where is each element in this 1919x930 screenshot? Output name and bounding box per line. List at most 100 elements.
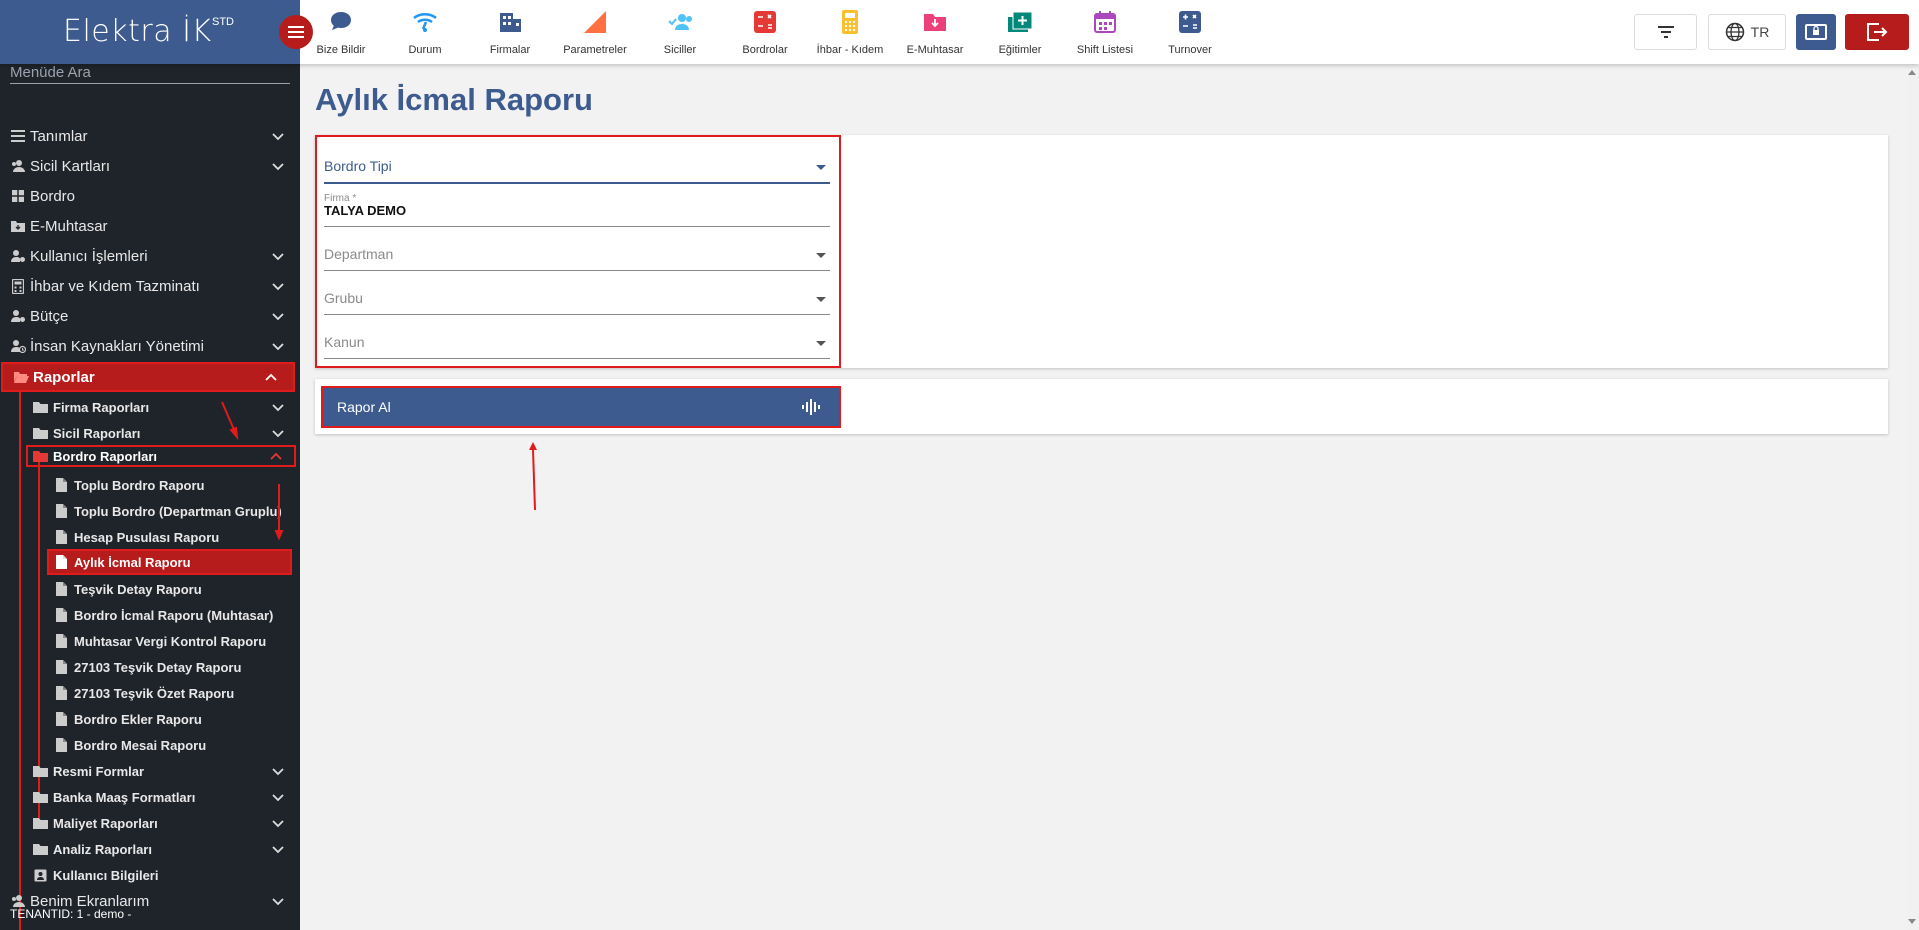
sidebar-report-item[interactable]: 27103 Teşvik Detay Raporu xyxy=(0,654,300,680)
kanun-select[interactable]: Kanun xyxy=(324,325,830,359)
sidebar-item-bordro[interactable]: Bordro xyxy=(0,183,300,209)
sidebar-item-kullanici-islemleri[interactable]: Kullanıcı İşlemleri xyxy=(0,243,300,269)
firma-select[interactable]: Firma * TALYA DEMO xyxy=(324,193,830,227)
sidebar-item-raporlar[interactable]: Raporlar xyxy=(1,362,295,392)
chevron-down-icon xyxy=(272,343,284,351)
triangle-icon xyxy=(584,11,606,33)
sidebar-item-label: Analiz Raporları xyxy=(53,841,152,857)
sidebar-item-sicil-raporlari[interactable]: Sicil Raporları xyxy=(0,420,300,446)
chevron-down-icon xyxy=(272,768,284,776)
sidebar-item-kullanici-bilgileri[interactable]: Kullanıcı Bilgileri xyxy=(0,862,300,888)
language-button[interactable]: TR xyxy=(1708,14,1786,50)
sidebar-item-label: Bütçe xyxy=(30,307,69,325)
nav-shift-listesi[interactable]: Shift Listesi xyxy=(1063,6,1147,60)
grid-icon xyxy=(10,188,26,204)
nav-firmalar[interactable]: Firmalar xyxy=(468,6,552,60)
sidebar-report-item[interactable]: Teşvik Detay Raporu xyxy=(0,576,300,602)
nav-turnover[interactable]: Turnover xyxy=(1148,6,1232,60)
logout-icon xyxy=(1867,23,1888,41)
sidebar-item-analiz-raporlari[interactable]: Analiz Raporları xyxy=(0,836,300,862)
sidebar-item-maliyet-raporlari[interactable]: Maliyet Raporları xyxy=(0,810,300,836)
sidebar-report-label: Bordro İcmal Raporu (Muhtasar) xyxy=(74,607,274,623)
nav-parametreler[interactable]: Parametreler xyxy=(553,6,637,60)
calculator-icon xyxy=(1179,11,1201,33)
chevron-down-icon xyxy=(272,283,284,291)
nav-label: Siciller xyxy=(663,44,697,56)
nav-label: Bordrolar xyxy=(742,44,788,56)
bordro-tipi-select[interactable]: Bordro Tipi xyxy=(324,150,830,184)
sidebar-item-tanimlar[interactable]: Tanımlar xyxy=(0,123,300,149)
nav-ihbar-kidem[interactable]: İhbar - Kıdem xyxy=(808,6,892,60)
sidebar-report-item[interactable]: Bordro Ekler Raporu xyxy=(0,706,300,732)
calculator-icon xyxy=(842,10,858,34)
calculator-icon xyxy=(10,278,26,294)
nav-egitimler[interactable]: Eğitimler xyxy=(978,6,1062,60)
sidebar-report-label: Toplu Bordro (Departman Gruplu) xyxy=(74,503,282,519)
document-icon xyxy=(53,503,69,519)
sidebar-item-firma-raporlari[interactable]: Firma Raporları xyxy=(0,394,300,420)
sidebar-report-item[interactable]: Bordro Mesai Raporu xyxy=(0,732,300,758)
sidebar-item-ihbar-kidem[interactable]: İhbar ve Kıdem Tazminatı xyxy=(0,273,300,299)
sidebar-item-sicil-kartlari[interactable]: Sicil Kartları xyxy=(0,153,300,179)
sidebar-report-item[interactable]: Bordro İcmal Raporu (Muhtasar) xyxy=(0,602,300,628)
dropdown-arrow-icon xyxy=(816,341,826,346)
sidebar-report-label: Teşvik Detay Raporu xyxy=(74,581,202,597)
menu-toggle-button[interactable] xyxy=(279,15,313,49)
sidebar-item-resmi-formlar[interactable]: Resmi Formlar xyxy=(0,758,300,784)
folder-icon xyxy=(32,425,48,441)
sidebar-item-label: Maliyet Raporları xyxy=(53,815,158,831)
sidebar-item-label: İnsan Kaynakları Yönetimi xyxy=(30,337,204,355)
sidebar-report-item[interactable]: Muhtasar Vergi Kontrol Raporu xyxy=(0,628,300,654)
sidebar-item-butce[interactable]: Bütçe xyxy=(0,303,300,329)
folder-icon xyxy=(32,399,48,415)
grubu-placeholder: Grubu xyxy=(324,290,363,306)
chevron-up-icon xyxy=(270,452,282,460)
sidebar-item-bordro-raporlari[interactable]: Bordro Raporları xyxy=(26,445,296,467)
sidebar-report-item[interactable]: Toplu Bordro (Departman Gruplu) xyxy=(0,498,300,524)
user-gear-icon xyxy=(10,248,26,264)
sidebar-report-item[interactable]: Hesap Pusulası Raporu xyxy=(0,524,300,550)
sidebar-report-item[interactable]: Toplu Bordro Raporu xyxy=(0,472,300,498)
sidebar-item-insan-kaynaklari[interactable]: İnsan Kaynakları Yönetimi xyxy=(0,333,300,359)
sidebar-item-label: Tanımlar xyxy=(30,127,88,145)
nav-durum[interactable]: Durum xyxy=(383,6,467,60)
sidebar-report-label: Toplu Bordro Raporu xyxy=(74,477,205,493)
chevron-down-icon xyxy=(272,820,284,828)
nav-label: Turnover xyxy=(1168,44,1212,56)
nav-e-muhtasar[interactable]: E-Muhtasar xyxy=(893,6,977,60)
sidebar-report-item-active[interactable]: Aylık İcmal Raporu xyxy=(47,549,292,575)
dropdown-arrow-icon xyxy=(816,253,826,258)
chevron-down-icon xyxy=(272,404,284,412)
nav-label: E-Muhtasar xyxy=(906,44,964,56)
page-scrollbar[interactable] xyxy=(1906,64,1919,930)
chat-bubble-icon xyxy=(331,12,351,30)
chevron-down-icon xyxy=(272,313,284,321)
sidebar-item-label: Bordro xyxy=(30,187,76,205)
lock-screen-button[interactable] xyxy=(1796,14,1836,50)
logout-button[interactable] xyxy=(1845,14,1909,50)
lock-screen-icon xyxy=(1805,24,1827,40)
nav-label: Bize Bildir xyxy=(316,44,366,56)
filter-button[interactable] xyxy=(1634,14,1697,50)
sidebar-report-label: 27103 Teşvik Özet Raporu xyxy=(74,685,235,701)
folder-plus-icon xyxy=(1008,11,1033,32)
nav-bordrolar[interactable]: Bordrolar xyxy=(723,6,807,60)
calculator-icon xyxy=(754,11,776,33)
sidebar-report-label: 27103 Teşvik Detay Raporu xyxy=(74,659,242,675)
sidebar-item-banka-maas[interactable]: Banka Maaş Formatları xyxy=(0,784,300,810)
sidebar-item-label: Sicil Raporları xyxy=(53,425,141,441)
departman-placeholder: Departman xyxy=(324,246,394,262)
brand-edition: STD xyxy=(212,16,234,28)
contact-card-icon xyxy=(32,867,48,883)
departman-select[interactable]: Departman xyxy=(324,237,830,271)
document-icon xyxy=(53,659,69,675)
folder-icon xyxy=(32,815,48,831)
calendar-icon xyxy=(1094,11,1116,33)
folder-icon xyxy=(32,448,48,464)
nav-siciller[interactable]: Siciller xyxy=(638,6,722,60)
grubu-select[interactable]: Grubu xyxy=(324,281,830,315)
menu-search-input[interactable]: Menüde Ara xyxy=(10,64,290,84)
sidebar-item-e-muhtasar[interactable]: E-Muhtasar xyxy=(0,213,300,239)
sidebar-report-item[interactable]: 27103 Teşvik Özet Raporu xyxy=(0,680,300,706)
nav-label: Firmalar xyxy=(489,44,531,56)
